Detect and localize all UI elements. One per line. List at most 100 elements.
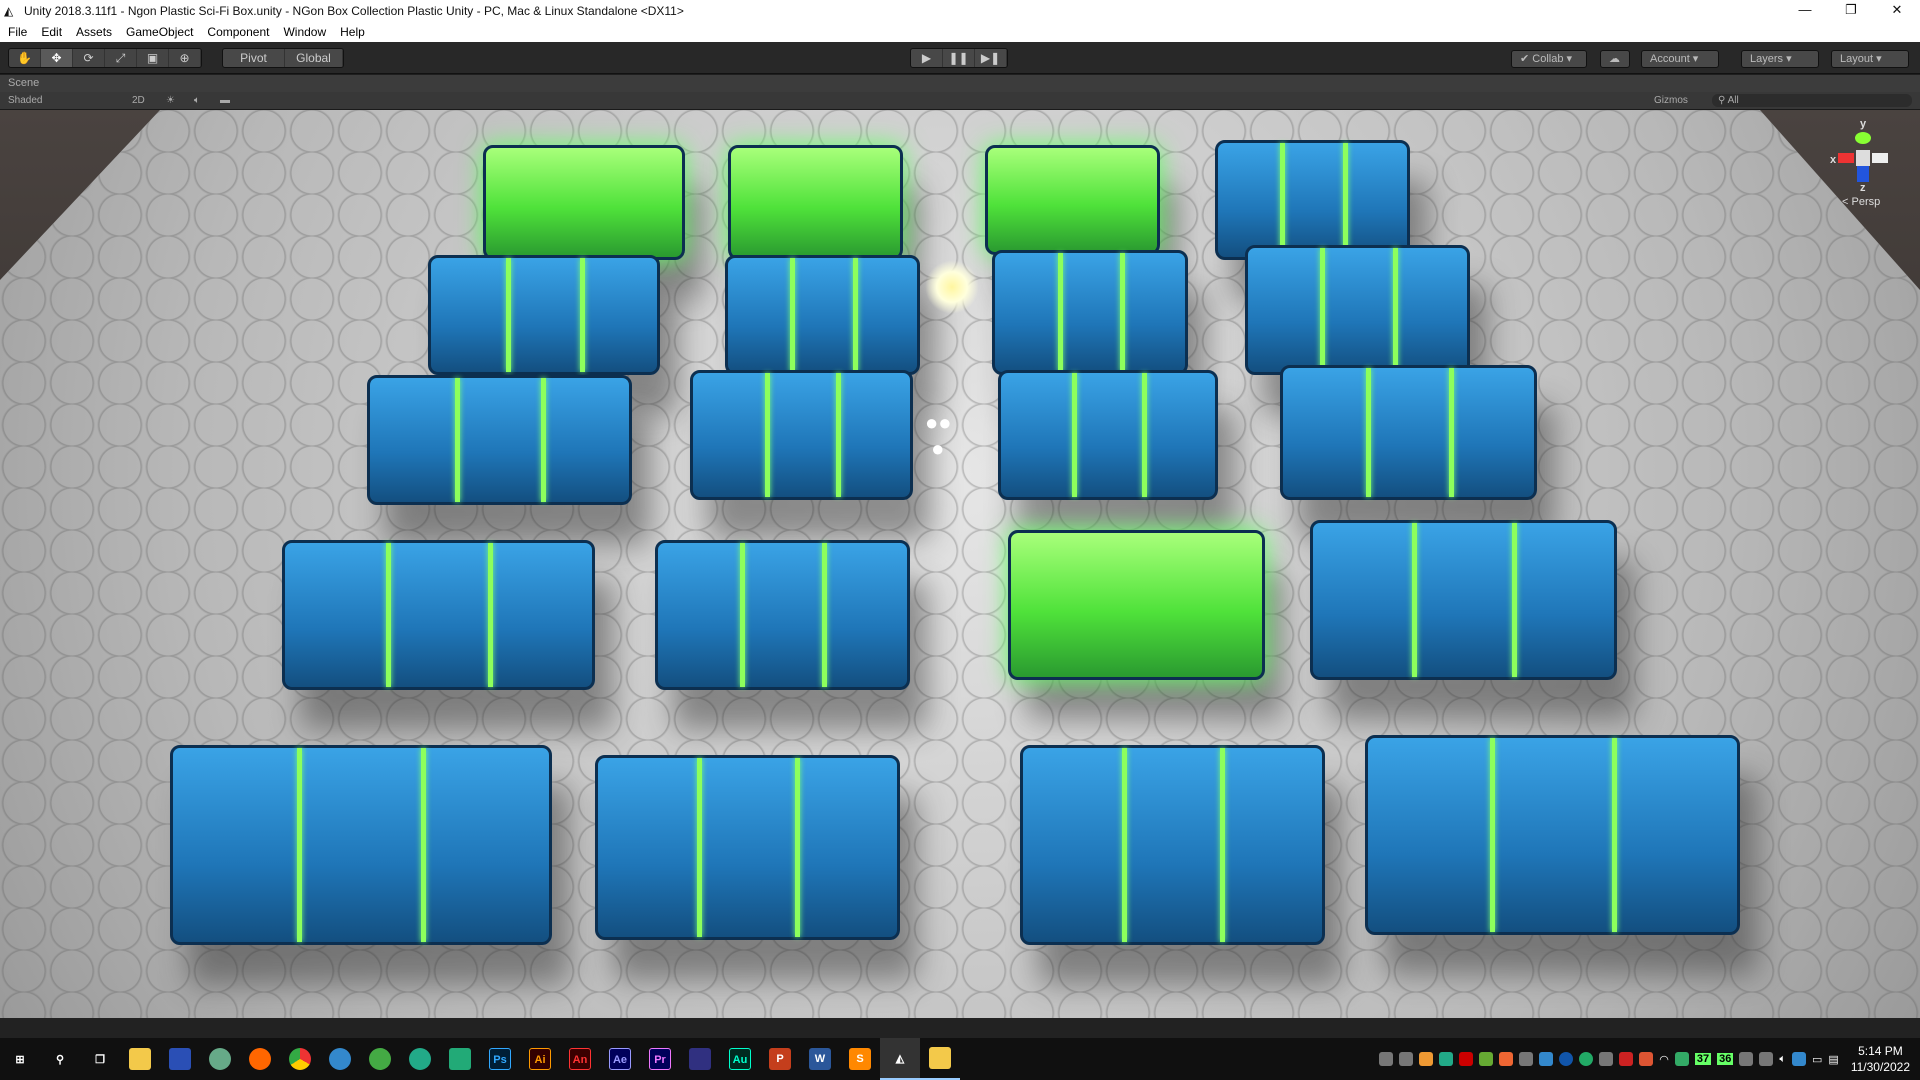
- powerpoint-icon[interactable]: P: [760, 1038, 800, 1080]
- sci-fi-box[interactable]: [367, 375, 632, 505]
- hand-tool-icon[interactable]: ✋: [9, 49, 41, 67]
- unity-taskbar-icon[interactable]: ◭: [880, 1038, 920, 1080]
- tray-icon[interactable]: [1519, 1052, 1534, 1066]
- task-view-icon[interactable]: ❐: [80, 1038, 120, 1080]
- tray-icon[interactable]: [1674, 1052, 1689, 1066]
- gizmos-dropdown[interactable]: Gizmos: [1654, 92, 1688, 110]
- shield-icon[interactable]: [1439, 1052, 1454, 1066]
- light-sun-icon[interactable]: [925, 260, 979, 314]
- move-tool-icon[interactable]: ✥: [41, 49, 73, 67]
- lighting-toggle-icon[interactable]: ☀: [166, 92, 175, 110]
- sci-fi-box[interactable]: [728, 145, 903, 260]
- tray-icon[interactable]: [1399, 1052, 1414, 1066]
- menu-gameobject[interactable]: GameObject: [126, 25, 193, 39]
- transform-tool-icon[interactable]: ⊕: [169, 49, 201, 67]
- rect-tool-icon[interactable]: ▣: [137, 49, 169, 67]
- sci-fi-box[interactable]: [1020, 745, 1325, 945]
- scale-tool-icon[interactable]: ⤢: [105, 49, 137, 67]
- app-icon[interactable]: [200, 1038, 240, 1080]
- collab-dropdown[interactable]: ✔ Collab ▾: [1511, 50, 1587, 68]
- particle-gizmo-icon[interactable]: ●● ●: [925, 410, 975, 461]
- shading-dropdown[interactable]: Shaded: [8, 92, 42, 110]
- menu-file[interactable]: File: [8, 25, 27, 39]
- gizmo-center-cube[interactable]: [1856, 150, 1870, 166]
- sci-fi-box[interactable]: [1280, 365, 1537, 500]
- search-icon[interactable]: ⚲: [40, 1038, 80, 1080]
- audition-icon[interactable]: Au: [720, 1038, 760, 1080]
- app-icon[interactable]: [400, 1038, 440, 1080]
- pause-button[interactable]: ❚❚: [943, 49, 975, 67]
- word-icon[interactable]: W: [800, 1038, 840, 1080]
- premiere-icon[interactable]: Pr: [640, 1038, 680, 1080]
- app-icon[interactable]: [160, 1038, 200, 1080]
- global-toggle[interactable]: Global: [285, 49, 343, 67]
- sci-fi-box[interactable]: [1365, 735, 1740, 935]
- sublime-icon[interactable]: S: [840, 1038, 880, 1080]
- axis-neg-x-cone-icon[interactable]: [1872, 153, 1888, 163]
- sci-fi-box[interactable]: [985, 145, 1160, 255]
- menu-help[interactable]: Help: [340, 25, 365, 39]
- adobe-tray-icon[interactable]: [1459, 1052, 1474, 1066]
- app-icon[interactable]: [320, 1038, 360, 1080]
- sci-fi-box[interactable]: [595, 755, 900, 940]
- after-effects-icon[interactable]: Ae: [600, 1038, 640, 1080]
- notification-icon[interactable]: ▤: [1828, 1053, 1838, 1066]
- app-icon[interactable]: [440, 1038, 480, 1080]
- menu-window[interactable]: Window: [283, 25, 326, 39]
- step-button[interactable]: ▶❚: [975, 49, 1007, 67]
- firefox-icon[interactable]: [240, 1038, 280, 1080]
- tray-icon[interactable]: [1419, 1052, 1434, 1066]
- onedrive-icon[interactable]: [1792, 1052, 1807, 1066]
- illustrator-icon[interactable]: Ai: [520, 1038, 560, 1080]
- volume-icon[interactable]: 🔈︎: [1779, 1053, 1786, 1066]
- sci-fi-box[interactable]: [1008, 530, 1265, 680]
- sci-fi-box[interactable]: [992, 250, 1188, 375]
- menu-component[interactable]: Component: [207, 25, 269, 39]
- scene-search-input[interactable]: ⚲ All: [1712, 94, 1912, 107]
- orientation-gizmo[interactable]: y x z < Persp: [1830, 118, 1900, 218]
- battery-icon[interactable]: ▭: [1812, 1053, 1822, 1066]
- audio-toggle-icon[interactable]: 🔈︎: [194, 92, 200, 110]
- cloud-button[interactable]: ☁: [1600, 50, 1630, 68]
- axis-y-cone-icon[interactable]: [1855, 132, 1871, 144]
- minimize-button[interactable]: —: [1782, 0, 1828, 22]
- tray-icon[interactable]: [1619, 1052, 1634, 1066]
- wifi-icon[interactable]: ◠: [1659, 1053, 1669, 1066]
- axis-x-cone-icon[interactable]: [1838, 153, 1854, 163]
- tray-icon[interactable]: [1739, 1052, 1754, 1066]
- file-explorer-icon[interactable]: [120, 1038, 160, 1080]
- clock[interactable]: 5:14 PM 11/30/2022: [1851, 1043, 1910, 1075]
- rotate-tool-icon[interactable]: ⟳: [73, 49, 105, 67]
- tray-icon[interactable]: [1579, 1052, 1594, 1066]
- sci-fi-box[interactable]: [725, 255, 920, 375]
- layers-dropdown[interactable]: Layers ▾: [1741, 50, 1819, 68]
- tray-icon[interactable]: [1599, 1052, 1614, 1066]
- persp-label[interactable]: < Persp: [1842, 196, 1880, 208]
- sci-fi-box[interactable]: [170, 745, 552, 945]
- tray-icon[interactable]: [1559, 1052, 1574, 1066]
- tray-icon[interactable]: [1499, 1052, 1514, 1066]
- sci-fi-box[interactable]: [655, 540, 910, 690]
- 2d-toggle[interactable]: 2D: [132, 92, 145, 110]
- scene-tab[interactable]: Scene: [0, 75, 1920, 92]
- tray-icon[interactable]: [1379, 1052, 1394, 1066]
- menu-edit[interactable]: Edit: [41, 25, 62, 39]
- effects-toggle-icon[interactable]: ▬: [220, 92, 230, 110]
- sci-fi-box[interactable]: [690, 370, 913, 500]
- start-button[interactable]: ⊞: [0, 1038, 40, 1080]
- axis-z-cone-icon[interactable]: [1857, 166, 1869, 182]
- usb-icon[interactable]: [1759, 1052, 1774, 1066]
- app-icon[interactable]: [680, 1038, 720, 1080]
- play-button[interactable]: ▶: [911, 49, 943, 67]
- sci-fi-box[interactable]: [282, 540, 595, 690]
- account-dropdown[interactable]: Account ▾: [1641, 50, 1719, 68]
- tray-icon[interactable]: [1539, 1052, 1554, 1066]
- close-button[interactable]: ✕: [1874, 0, 1920, 22]
- app-icon[interactable]: [360, 1038, 400, 1080]
- pivot-toggle[interactable]: Pivot: [223, 49, 285, 67]
- menu-assets[interactable]: Assets: [76, 25, 112, 39]
- restore-button[interactable]: ❐: [1828, 0, 1874, 22]
- photoshop-icon[interactable]: Ps: [480, 1038, 520, 1080]
- animate-icon[interactable]: An: [560, 1038, 600, 1080]
- sci-fi-box[interactable]: [428, 255, 660, 375]
